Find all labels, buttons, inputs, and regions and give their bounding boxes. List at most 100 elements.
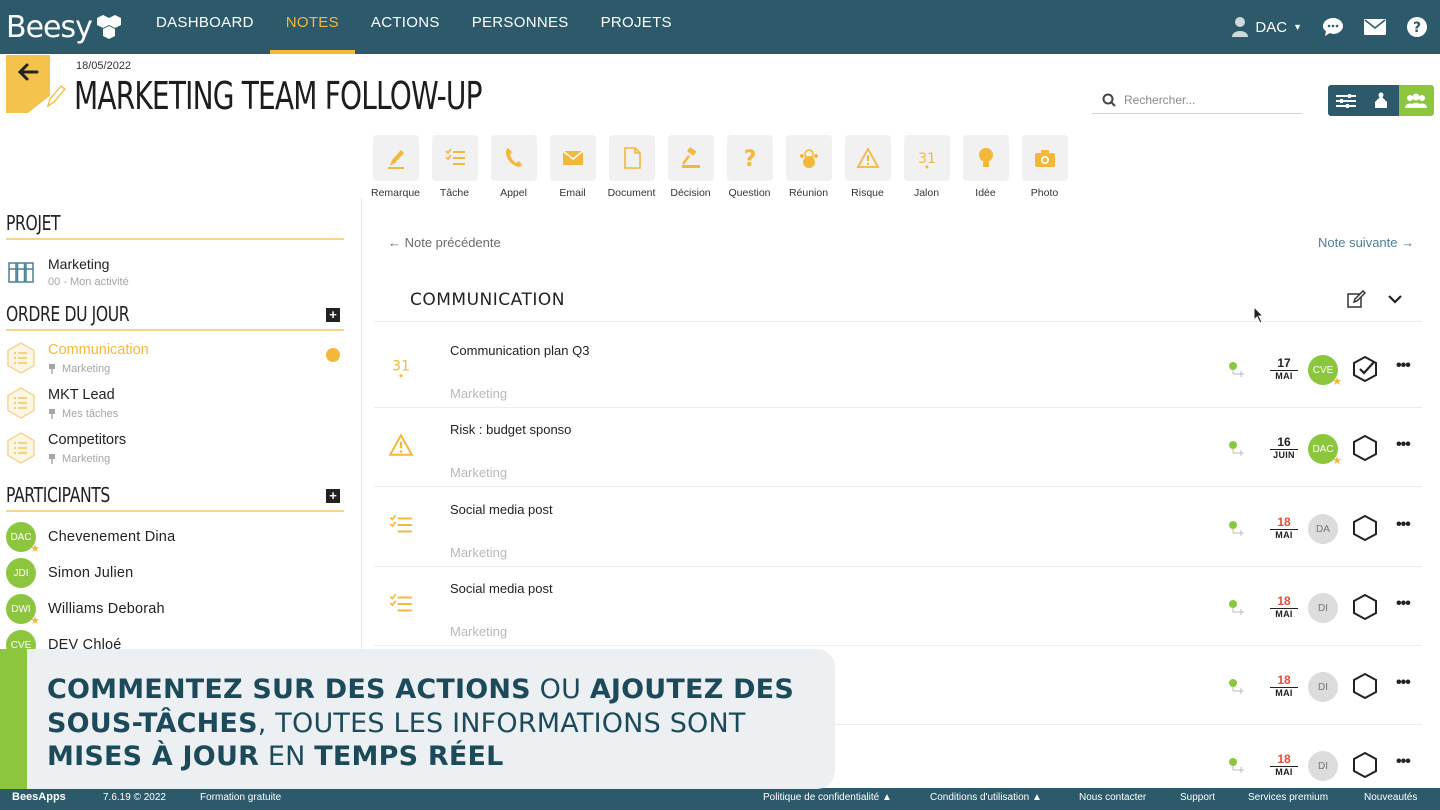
add-agenda-button[interactable]: + xyxy=(326,308,340,322)
status-open-icon[interactable] xyxy=(1352,672,1378,700)
agenda-item[interactable]: Competitors Marketing xyxy=(6,432,346,465)
assignee-avatar[interactable]: DAC ★ xyxy=(1308,434,1342,467)
tool-button[interactable]: ? xyxy=(726,135,773,181)
participant-item[interactable]: DWI ★ Williams Deborah xyxy=(6,594,165,627)
assignee-avatar[interactable]: DI xyxy=(1308,672,1338,702)
action-title[interactable]: Risk : budget sponso xyxy=(450,422,571,437)
more-options-icon[interactable]: ••• xyxy=(1396,357,1411,375)
row-type xyxy=(388,512,414,538)
search-box[interactable] xyxy=(1092,86,1302,114)
more-options-icon[interactable]: ••• xyxy=(1396,516,1411,534)
tool-button[interactable] xyxy=(549,135,596,181)
footer-premium-link[interactable]: Services premium xyxy=(1248,792,1328,803)
footer-news-link[interactable]: Nouveautés xyxy=(1364,792,1417,803)
status-open-icon[interactable] xyxy=(1352,751,1378,779)
due-date[interactable]: 16 JUIN xyxy=(1270,436,1298,461)
tool-milestone[interactable]: 31 Jalon xyxy=(897,135,956,199)
agenda-item[interactable]: MKT Lead Mes tâches xyxy=(6,387,346,420)
more-options-icon[interactable]: ••• xyxy=(1396,595,1411,613)
participant-item[interactable]: DAC ★ Chevenement Dina xyxy=(6,522,175,555)
footer-contact-link[interactable]: Nous contacter xyxy=(1079,792,1146,803)
assignee-avatar[interactable]: DI xyxy=(1308,593,1338,623)
tool-document[interactable]: Document xyxy=(602,135,661,199)
more-options-icon[interactable]: ••• xyxy=(1396,674,1411,692)
tool-button[interactable]: 31 xyxy=(903,135,950,181)
help-icon[interactable]: ? xyxy=(1406,16,1428,38)
next-note-link[interactable]: Note suivante → xyxy=(1318,235,1414,250)
add-subtask-icon[interactable] xyxy=(1228,520,1248,536)
tool-task[interactable]: Tâche xyxy=(425,135,484,199)
mail-icon[interactable] xyxy=(1364,16,1386,38)
tool-button[interactable] xyxy=(431,135,478,181)
add-subtask-icon[interactable] xyxy=(1228,599,1248,615)
edit-icon[interactable] xyxy=(1346,290,1366,310)
view-team-button[interactable] xyxy=(1398,85,1434,116)
beesy-logo[interactable]: Beesy xyxy=(0,0,140,54)
due-date[interactable]: 18 MAI xyxy=(1270,753,1298,778)
more-options-icon[interactable]: ••• xyxy=(1396,753,1411,771)
view-personal-button[interactable] xyxy=(1363,85,1399,116)
footer-training-link[interactable]: Formation gratuite xyxy=(200,792,281,803)
tool-button[interactable] xyxy=(785,135,832,181)
action-row[interactable]: Social media post Marketing 18 MAI DI ••• xyxy=(374,567,1422,646)
add-subtask-icon[interactable] xyxy=(1228,440,1248,456)
nav-item-actions[interactable]: ACTIONS xyxy=(355,0,456,54)
agenda-item[interactable]: Communication Marketing xyxy=(6,342,346,375)
view-settings-button[interactable] xyxy=(1328,85,1364,116)
add-subtask-icon[interactable] xyxy=(1228,757,1248,773)
status-open-icon[interactable] xyxy=(1352,514,1378,542)
chevron-down-icon[interactable] xyxy=(1386,290,1404,308)
footer-terms-link[interactable]: Conditions d'utilisation ▲ xyxy=(930,792,1042,803)
tool-button[interactable] xyxy=(490,135,537,181)
due-date[interactable]: 18 MAI xyxy=(1270,595,1298,620)
previous-note-link[interactable]: ← Note précédente xyxy=(388,235,501,250)
tool-meeting[interactable]: Réunion xyxy=(779,135,838,199)
tool-button[interactable] xyxy=(844,135,891,181)
action-title[interactable]: Social media post xyxy=(450,581,553,596)
user-menu[interactable]: DAC ▼ xyxy=(1231,16,1302,38)
tool-question[interactable]: ? Question xyxy=(720,135,779,199)
nav-item-notes[interactable]: NOTES xyxy=(269,0,356,54)
add-subtask-icon[interactable] xyxy=(1228,678,1248,694)
due-date[interactable]: 17 MAI xyxy=(1270,357,1298,382)
action-row[interactable]: Social media post Marketing 18 MAI DA ••• xyxy=(374,488,1422,567)
assignee-avatar[interactable]: DI xyxy=(1308,751,1338,781)
tool-email[interactable]: Email xyxy=(543,135,602,199)
due-date[interactable]: 18 MAI xyxy=(1270,516,1298,541)
page-title[interactable]: MARKETING TEAM FOLLOW-UP xyxy=(74,74,483,118)
add-participant-button[interactable]: + xyxy=(326,489,340,503)
assignee-avatar[interactable]: DA xyxy=(1308,514,1338,544)
tool-button[interactable] xyxy=(667,135,714,181)
nav-item-dashboard[interactable]: DASHBOARD xyxy=(140,0,270,54)
tool-camera[interactable]: Photo xyxy=(1015,135,1074,199)
tool-lightbulb[interactable]: Idée xyxy=(956,135,1015,199)
edit-pencil-icon[interactable] xyxy=(44,84,66,110)
status-done-icon[interactable] xyxy=(1352,355,1378,383)
tool-button[interactable] xyxy=(372,135,419,181)
due-date[interactable]: 18 MAI xyxy=(1270,674,1298,699)
nav-item-personnes[interactable]: PERSONNES xyxy=(456,0,585,54)
tool-risk[interactable]: Risque xyxy=(838,135,897,199)
tool-button[interactable] xyxy=(962,135,1009,181)
assignee-avatar[interactable]: CVE ★ xyxy=(1308,355,1342,388)
footer-privacy-link[interactable]: Politique de confidentialité ▲ xyxy=(763,792,892,803)
chat-icon[interactable] xyxy=(1322,16,1344,38)
more-options-icon[interactable]: ••• xyxy=(1396,436,1411,454)
add-subtask-icon[interactable] xyxy=(1228,361,1248,377)
search-input[interactable] xyxy=(1124,92,1294,107)
action-title[interactable]: Communication plan Q3 xyxy=(450,343,589,358)
project-item[interactable]: Marketing 00 - Mon activité xyxy=(8,256,129,288)
action-row[interactable]: Risk : budget sponso Marketing 16 JUIN DAC ★ •… xyxy=(374,408,1422,487)
tool-note[interactable]: Remarque xyxy=(366,135,425,199)
participant-item[interactable]: JDI Simon Julien xyxy=(6,558,133,588)
tool-button[interactable] xyxy=(1021,135,1068,181)
action-title[interactable]: Social media post xyxy=(450,502,553,517)
nav-item-projets[interactable]: PROJETS xyxy=(585,0,688,54)
status-open-icon[interactable] xyxy=(1352,593,1378,621)
tool-phone[interactable]: Appel xyxy=(484,135,543,199)
footer-support-link[interactable]: Support xyxy=(1180,792,1215,803)
status-open-icon[interactable] xyxy=(1352,434,1378,462)
tool-button[interactable] xyxy=(608,135,655,181)
action-row[interactable]: 31 Communication plan Q3 Marketing 17 MAI CVE… xyxy=(374,329,1422,408)
tool-gavel[interactable]: Décision xyxy=(661,135,720,199)
